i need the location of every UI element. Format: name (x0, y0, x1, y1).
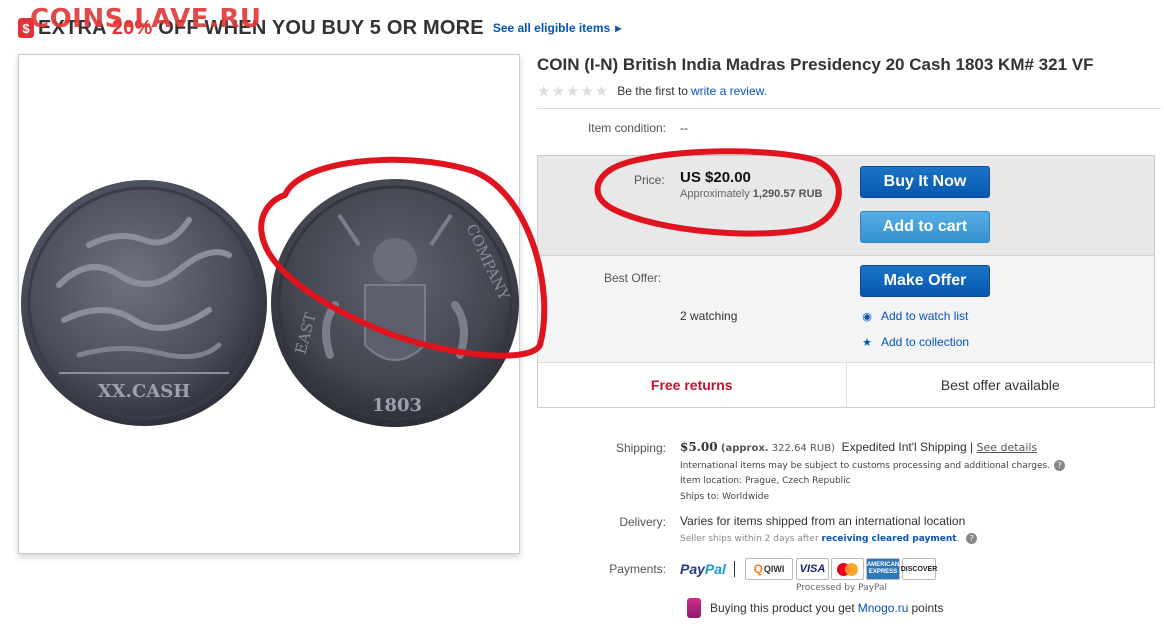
add-to-collection-link[interactable]: ★ Add to collection (860, 335, 969, 349)
delivery-sub-prefix: Seller ships within 2 days after (680, 534, 819, 544)
paypal-logo-pal: Pal (704, 561, 726, 577)
help-icon[interactable]: ? (966, 533, 978, 544)
mnogo-suffix: points (911, 601, 944, 615)
shipping-amount: $5.00 (680, 440, 718, 454)
watching-count: 2 watching (680, 309, 738, 323)
see-eligible-items-link[interactable]: See all eligible items ▶ (493, 21, 622, 35)
help-icon[interactable]: ? (1054, 460, 1066, 471)
qiwi-logo: Q QIWI (745, 558, 793, 580)
free-returns-badge[interactable]: Free returns (538, 363, 846, 407)
see-details-link[interactable]: See details (977, 441, 1038, 454)
amex-logo: AMERICAN EXPRESS (866, 558, 900, 580)
divider (537, 108, 1161, 109)
empty-stars-icon: ★★★★★ (537, 83, 610, 100)
right-coin: EAST COMPANY 1803 (271, 179, 519, 427)
left-coin: XX.CASH (21, 180, 267, 426)
shipping-label: Shipping: (615, 441, 666, 455)
buy-box: Price: US $20.00 Approximately 1,290.57 … (537, 155, 1155, 408)
price-approx-prefix: Approximately (680, 188, 753, 200)
item-location: Item location: Prague, Czech Republic (680, 476, 851, 486)
shipping-summary: $5.00 (approx. 322.64 RUB) Expedited Int… (680, 440, 1037, 454)
qiwi-label: QIWI (763, 564, 785, 574)
discover-logo: DISCOVER (901, 558, 937, 580)
paypal-logo-pay: Pay (680, 561, 705, 577)
watch-list-label: Add to watch list (881, 309, 969, 323)
listing-title: COIN (I-N) British India Madras Presiden… (537, 55, 1094, 74)
see-eligible-items-label: See all eligible items (492, 21, 611, 35)
left-coin-denomination: XX.CASH (98, 381, 191, 402)
rating-row: ★★★★★ Be the first to write a review. (537, 82, 767, 100)
mnogo-points: Buying this product you get Mnogo.ru poi… (687, 598, 944, 618)
mastercard-logo (831, 558, 864, 580)
watermark-text: COINS.LAVE.RU (30, 4, 262, 34)
delivery-sub: Seller ships within 2 days after receivi… (680, 533, 978, 544)
write-review-link[interactable]: write a review. (691, 84, 767, 98)
star-icon: ★ (862, 336, 872, 349)
best-offer-label: Best Offer: (604, 271, 662, 285)
shipping-approx: (approx. 322.64 RUB) (721, 443, 835, 454)
condition-label: Item condition: (587, 121, 666, 135)
item-image-panel[interactable]: XX.CASH EAST COMPANY 1803 (18, 54, 520, 554)
best-offer-badge: Best offer available (845, 363, 1155, 407)
buy-it-now-button[interactable]: Buy It Now (860, 166, 990, 198)
eye-icon: ◉ (862, 310, 872, 323)
shipping-approx-prefix: (approx. (720, 443, 769, 454)
collection-label: Add to collection (881, 335, 970, 349)
cleared-payment-link[interactable]: receiving cleared payment (822, 534, 957, 544)
price-label: Price: (634, 173, 665, 187)
shipping-approx-value: 322.64 RUB) (771, 443, 835, 454)
price-approx: Approximately 1,290.57 RUB (680, 188, 822, 200)
customs-note-text: International items may be subject to cu… (680, 461, 1051, 471)
mnogo-icon (687, 598, 701, 618)
visa-logo: VISA (796, 558, 829, 580)
add-to-watch-list-link[interactable]: ◉ Add to watch list (860, 309, 968, 323)
customs-note: International items may be subject to cu… (680, 460, 1066, 471)
delivery-label: Delivery: (619, 515, 666, 529)
mnogo-link[interactable]: Mnogo.ru (858, 601, 909, 615)
add-to-cart-button[interactable]: Add to cart (860, 211, 990, 243)
mastercard-orange-circle (845, 562, 858, 576)
price-section (538, 156, 1154, 256)
payments-divider (734, 561, 735, 577)
condition-value: -- (680, 121, 688, 135)
rating-prefix: Be the first to (617, 84, 688, 98)
offer-badges-row: Free returns Best offer available (538, 362, 1154, 407)
coin-images: XX.CASH EAST COMPANY 1803 (21, 179, 519, 427)
price-approx-value: 1,290.57 RUB (752, 188, 823, 200)
triangle-right-icon: ▶ (615, 24, 622, 34)
paypal-logo: PayPal (680, 561, 726, 577)
make-offer-button[interactable]: Make Offer (860, 265, 990, 297)
right-coin-year: 1803 (372, 395, 422, 416)
shipping-method: Expedited Int'l Shipping | (841, 440, 974, 454)
mnogo-prefix: Buying this product you get (710, 601, 855, 615)
qiwi-q-icon: Q (753, 562, 763, 576)
payments-label: Payments: (609, 562, 666, 576)
processed-by-paypal: Processed by PayPal (796, 583, 888, 593)
delivery-main: Varies for items shipped from an interna… (680, 514, 966, 528)
ships-to: Ships to: Worldwide (680, 492, 770, 502)
price-value: US $20.00 (680, 169, 751, 186)
delivery-sub-suffix: . (956, 534, 960, 544)
